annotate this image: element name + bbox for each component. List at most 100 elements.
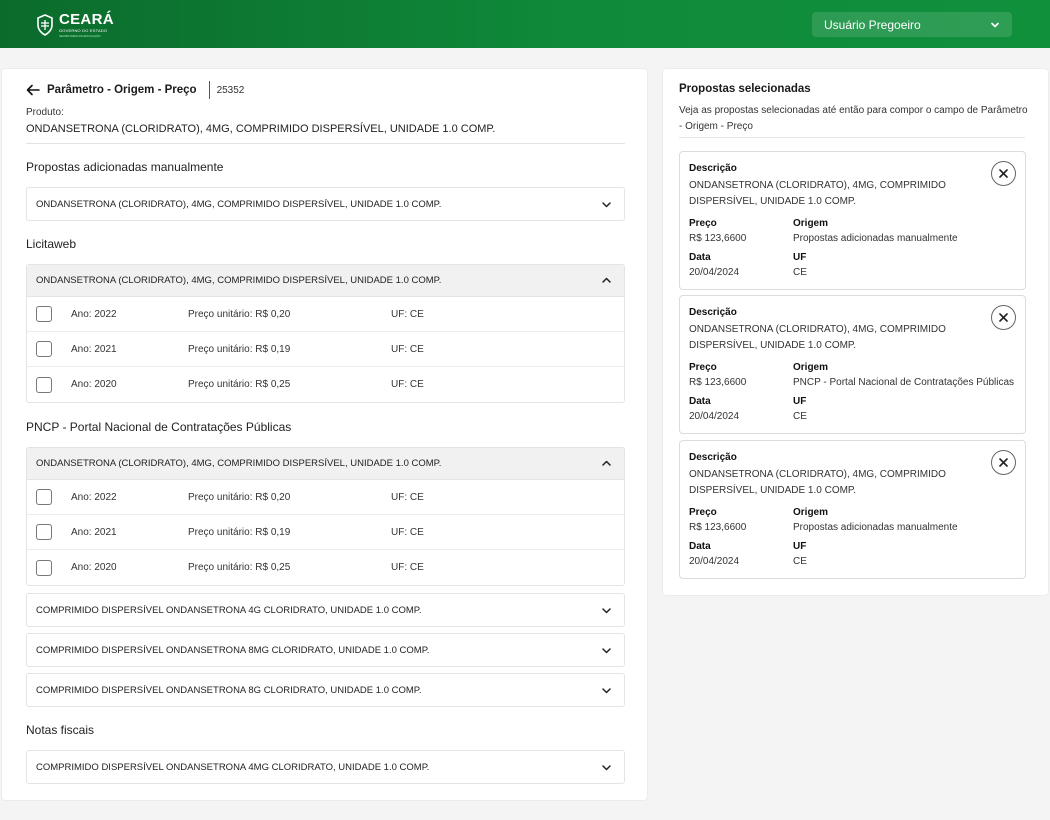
brand-subtitle-secondary: SECRETARIA DA EDUCAÇÃO <box>59 34 101 38</box>
row-year: Ano: 2020 <box>71 379 117 390</box>
process-code: 25352 <box>216 84 245 96</box>
row-checkbox[interactable] <box>36 376 52 393</box>
remove-proposal-button[interactable] <box>991 450 1016 475</box>
row-year: Ano: 2022 <box>71 308 117 320</box>
card-descricao: ONDANSETRONA (CLORIDRATO), 4MG, COMPRIMI… <box>689 180 946 207</box>
card-data: 20/04/2024 <box>689 556 740 567</box>
card-descricao: ONDANSETRONA (CLORIDRATO), 4MG, COMPRIMI… <box>689 469 946 496</box>
remove-proposal-button[interactable] <box>991 305 1016 330</box>
row-uf: UF: CE <box>391 308 424 320</box>
chevron-down-icon <box>991 22 999 27</box>
accordion-header[interactable]: ONDANSETRONA (CLORIDRATO), 4MG, COMPRIMI… <box>27 188 624 220</box>
card-data: 20/04/2024 <box>689 411 740 422</box>
brand-name: CEARÁ <box>59 11 114 28</box>
row-checkbox[interactable] <box>36 306 52 322</box>
row-uf: UF: CE <box>391 343 424 355</box>
close-icon <box>999 458 1008 467</box>
proposal-card: Descrição ONDANSETRONA (CLORIDRATO), 4MG… <box>679 295 1026 434</box>
row-uf: UF: CE <box>391 491 424 503</box>
price-parameter-panel: Parâmetro - Origem - Preço 25352 Produto… <box>1 68 648 801</box>
accordion-header[interactable]: ONDANSETRONA (CLORIDRATO), 4MG, COMPRIMI… <box>27 448 624 480</box>
produto-label: Produto: <box>26 107 64 118</box>
chevron-up-icon <box>602 460 611 466</box>
accordion-label: ONDANSETRONA (CLORIDRATO), 4MG, COMPRIMI… <box>36 458 442 469</box>
selected-proposals-panel: Propostas selecionadas Veja as propostas… <box>662 68 1049 596</box>
row-checkbox[interactable] <box>36 341 52 357</box>
card-preco: R$ 123,6600 <box>689 522 747 533</box>
accordion-notas-1: COMPRIMIDO DISPERSÍVEL ONDANSETRONA 4MG … <box>26 750 625 784</box>
label-origem: Origem <box>793 362 829 373</box>
accordion-licitaweb-1: ONDANSETRONA (CLORIDRATO), 4MG, COMPRIMI… <box>26 264 625 403</box>
chevron-down-icon <box>602 764 611 770</box>
label-preco: Preço <box>689 362 717 373</box>
chevron-down-icon <box>602 647 611 653</box>
accordion-pncp-4: COMPRIMIDO DISPERSÍVEL ONDANSETRONA 8G C… <box>26 673 625 707</box>
user-menu-label: Usuário Pregoeiro <box>824 17 921 32</box>
back-arrow-icon[interactable] <box>26 84 40 96</box>
title-divider <box>208 81 210 99</box>
row-unit-price: Preço unitário: R$ 0,20 <box>188 308 291 320</box>
chevron-down-icon <box>602 201 611 207</box>
row-checkbox[interactable] <box>36 559 52 576</box>
card-preco: R$ 123,6600 <box>689 377 747 388</box>
row-uf: UF: CE <box>391 562 424 573</box>
label-origem: Origem <box>793 507 829 518</box>
label-uf: UF <box>793 396 807 407</box>
state-seal-icon <box>37 14 53 36</box>
card-uf: CE <box>793 267 807 278</box>
row-unit-price: Preço unitário: R$ 0,19 <box>188 526 291 538</box>
card-uf: CE <box>793 556 807 567</box>
card-origem: Propostas adicionadas manualmente <box>793 522 958 533</box>
accordion-label: COMPRIMIDO DISPERSÍVEL ONDANSETRONA 8G C… <box>36 684 422 696</box>
chevron-up-icon <box>602 277 611 283</box>
card-origem: Propostas adicionadas manualmente <box>793 233 958 244</box>
accordion-header[interactable]: COMPRIMIDO DISPERSÍVEL ONDANSETRONA 8MG … <box>27 634 624 666</box>
card-uf: CE <box>793 411 807 422</box>
selected-title: Propostas selecionadas <box>679 83 811 95</box>
card-descricao: ONDANSETRONA (CLORIDRATO), 4MG, COMPRIMI… <box>689 324 946 351</box>
page-title-row: Parâmetro - Origem - Preço 25352 <box>26 81 245 99</box>
section-title-pncp: PNCP - Portal Nacional de Contratações P… <box>26 420 292 434</box>
row-year: Ano: 2022 <box>71 491 117 503</box>
proposal-card: Descrição ONDANSETRONA (CLORIDRATO), 4MG… <box>679 440 1026 579</box>
section-title-licitaweb: Licitaweb <box>26 237 77 251</box>
table-row: Ano: 2022 Preço unitário: R$ 0,20 UF: CE <box>27 480 624 515</box>
table-row: Ano: 2021 Preço unitário: R$ 0,19 UF: CE <box>27 332 624 367</box>
row-uf: UF: CE <box>391 526 424 538</box>
close-icon <box>999 313 1008 322</box>
table-row: Ano: 2021 Preço unitário: R$ 0,19 UF: CE <box>27 515 624 550</box>
accordion-label: ONDANSETRONA (CLORIDRATO), 4MG, COMPRIMI… <box>36 198 442 210</box>
accordion-header[interactable]: COMPRIMIDO DISPERSÍVEL ONDANSETRONA 4MG … <box>27 751 624 783</box>
label-preco: Preço <box>689 218 717 229</box>
row-uf: UF: CE <box>391 379 424 390</box>
row-checkbox[interactable] <box>36 489 52 505</box>
label-data: Data <box>689 396 711 407</box>
chevron-down-icon <box>602 607 611 613</box>
row-year: Ano: 2021 <box>71 343 117 355</box>
accordion-header[interactable]: COMPRIMIDO DISPERSÍVEL ONDANSETRONA 4G C… <box>27 594 624 626</box>
label-data: Data <box>689 252 711 263</box>
remove-proposal-button[interactable] <box>991 161 1016 186</box>
row-checkbox[interactable] <box>36 524 52 540</box>
header-divider <box>26 143 625 144</box>
chevron-down-icon <box>602 687 611 693</box>
row-unit-price: Preço unitário: R$ 0,25 <box>188 379 291 390</box>
section-title-notas: Notas fiscais <box>26 723 95 737</box>
accordion-header[interactable]: COMPRIMIDO DISPERSÍVEL ONDANSETRONA 8G C… <box>27 674 624 706</box>
selected-divider <box>679 137 1025 138</box>
accordion-header[interactable]: ONDANSETRONA (CLORIDRATO), 4MG, COMPRIMI… <box>27 265 624 297</box>
label-data: Data <box>689 541 711 552</box>
produto-value: ONDANSETRONA (CLORIDRATO), 4MG, COMPRIMI… <box>26 123 496 135</box>
page-title: Parâmetro - Origem - Preço <box>47 84 197 96</box>
row-year: Ano: 2021 <box>71 526 117 538</box>
selected-description: Veja as propostas selecionadas até então… <box>679 105 1028 132</box>
ceara-logo[interactable]: CEARÁ GOVERNO DO ESTADO SECRETARIA DA ED… <box>36 12 114 38</box>
accordion-pncp-3: COMPRIMIDO DISPERSÍVEL ONDANSETRONA 8MG … <box>26 633 625 667</box>
user-menu-select[interactable]: Usuário Pregoeiro <box>812 12 1012 37</box>
proposal-card: Descrição ONDANSETRONA (CLORIDRATO), 4MG… <box>679 151 1026 290</box>
accordion-label: COMPRIMIDO DISPERSÍVEL ONDANSETRONA 4G C… <box>36 604 422 616</box>
brand-subtitle: GOVERNO DO ESTADO <box>59 28 108 33</box>
accordion-label: ONDANSETRONA (CLORIDRATO), 4MG, COMPRIMI… <box>36 275 442 286</box>
close-icon <box>999 169 1008 178</box>
label-descricao: Descrição <box>689 452 737 463</box>
